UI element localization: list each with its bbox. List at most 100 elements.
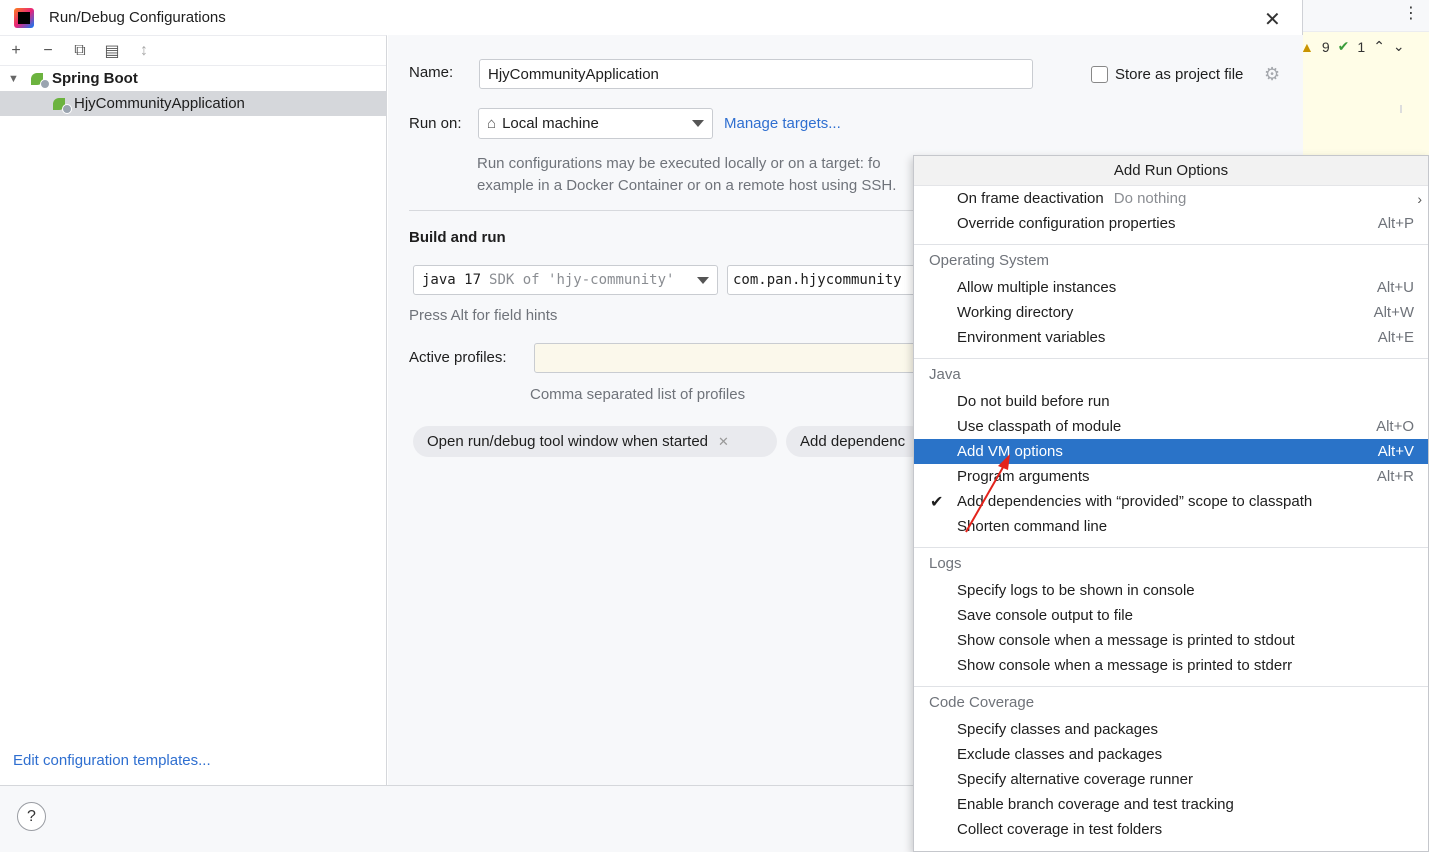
menu-item[interactable]: Exclude classes and packages (914, 742, 1428, 767)
add-dependencies-chip[interactable]: Add dependenc (786, 426, 926, 457)
help-button[interactable]: ? (17, 802, 46, 831)
add-run-options-popup: Add Run Options On frame deactivation Do… (913, 155, 1429, 852)
menu-item[interactable]: Specify alternative coverage runner (914, 767, 1428, 792)
menu-item[interactable]: Save console output to file (914, 603, 1428, 628)
close-icon[interactable]: ✕ (1264, 7, 1281, 32)
check-icon: ✔ (1337, 38, 1350, 54)
section-title: Code Coverage (929, 693, 1035, 711)
menu-item-label: Override configuration properties (957, 215, 1176, 232)
menu-item[interactable]: Environment variables Alt+E (914, 325, 1428, 350)
menu-item[interactable]: Show console when a message is printed t… (914, 653, 1428, 678)
warning-count: 9 (1321, 38, 1330, 55)
menu-item[interactable]: Do not build before run (914, 389, 1428, 414)
store-as-project-checkbox[interactable] (1091, 66, 1108, 83)
menu-item-override-config[interactable]: Override configuration properties Alt+P (914, 211, 1428, 236)
section-title: Logs (929, 554, 962, 572)
chevron-down-icon[interactable]: ⌄ (1393, 38, 1405, 55)
menu-item[interactable]: Program arguments Alt+R (914, 464, 1428, 489)
popup-sections: Operating System Allow multiple instances… (914, 244, 1428, 842)
main-class-input[interactable]: com.pan.hjycommunity (727, 265, 927, 295)
menu-item-label: Do not build before run (957, 393, 1110, 410)
title-bar: Run/Debug Configurations (0, 0, 1302, 35)
tree-group-spring-boot[interactable]: ▼ Spring Boot (0, 66, 386, 91)
jdk-main: java 17 (422, 272, 482, 288)
menu-item[interactable]: Specify logs to be shown in console (914, 578, 1428, 603)
jdk-select[interactable]: java 17 SDK of 'hjy-community' (413, 265, 718, 295)
menu-item-on-frame-deactivation[interactable]: On frame deactivation Do nothing › (914, 186, 1428, 211)
menu-item-label: Program arguments (957, 468, 1090, 485)
active-profiles-label: Active profiles: (409, 349, 507, 366)
checkmark-icon: ✔ (930, 493, 944, 511)
configuration-tree-panel: + − ⧉ ▤ ↕ ▼ Spring Boot HjyCommunityAppl… (0, 35, 387, 785)
spring-boot-icon (52, 96, 72, 114)
dropdown-caret-icon (697, 277, 709, 284)
menu-item-shortcut: Alt+P (1377, 215, 1414, 232)
active-profiles-input[interactable] (534, 343, 934, 373)
tree-group-label: Spring Boot (52, 70, 138, 87)
menu-item-sub: Do nothing (1113, 190, 1187, 207)
menu-item-label: Working directory (957, 304, 1074, 321)
run-on-hint: Run configurations may be executed local… (477, 153, 917, 197)
run-on-select[interactable]: ⌂ Local machine (478, 108, 713, 139)
chevron-down-icon[interactable]: ▼ (8, 73, 22, 85)
gear-icon[interactable]: ⚙ (1264, 64, 1280, 85)
tree-item-hjy-community-application[interactable]: HjyCommunityApplication (0, 91, 386, 116)
menu-item-label: Specify alternative coverage runner (957, 771, 1193, 788)
menu-item[interactable]: Show console when a message is printed t… (914, 628, 1428, 653)
sort-icon[interactable]: ↕ (136, 42, 152, 60)
menu-item[interactable]: Specify classes and packages (914, 717, 1428, 742)
menu-item[interactable]: Add VM options Alt+V (914, 439, 1428, 464)
menu-item-label: Add dependencies with “provided” scope t… (957, 493, 1313, 510)
editor-marker (1400, 105, 1402, 113)
menu-item-label: Add VM options (957, 443, 1063, 460)
chevron-right-icon: › (1417, 190, 1422, 207)
menu-item-label: Environment variables (957, 329, 1106, 346)
run-on-hint-line-2: example in a Docker Container or on a re… (477, 177, 897, 194)
more-options-icon[interactable]: ⋮ (1403, 3, 1419, 23)
run-on-label: Run on: (409, 115, 462, 132)
menu-item-label: Shorten command line (957, 518, 1108, 535)
menu-item[interactable]: Shorten command line (914, 514, 1428, 539)
inspection-widget[interactable]: ▲ 9 ✔ 1 ⌃ ⌄ (1300, 38, 1405, 55)
name-label: Name: (409, 64, 454, 81)
dialog-title: Run/Debug Configurations (49, 9, 226, 26)
run-on-hint-line-1: Run configurations may be executed local… (477, 155, 881, 172)
menu-item-label: Enable branch coverage and test tracking (957, 796, 1234, 813)
menu-item[interactable]: Collect coverage in test folders (914, 817, 1428, 842)
menu-item[interactable]: ✔ Add dependencies with “provided” scope … (914, 489, 1428, 514)
field-hints-text: Press Alt for field hints (409, 307, 558, 324)
remove-icon[interactable]: − (40, 42, 56, 60)
edit-templates-link[interactable]: Edit configuration templates... (13, 752, 211, 769)
menu-item-label: Save console output to file (957, 607, 1133, 624)
build-and-run-title: Build and run (409, 229, 506, 246)
menu-item[interactable]: Allow multiple instances Alt+U (914, 275, 1428, 300)
folder-icon[interactable]: ▤ (104, 41, 120, 61)
menu-item[interactable]: Enable branch coverage and test tracking (914, 792, 1428, 817)
tree-item-label: HjyCommunityApplication (74, 95, 245, 112)
menu-item-label: Collect coverage in test folders (957, 821, 1163, 838)
open-tool-window-chip[interactable]: Open run/debug tool window when started … (413, 426, 777, 457)
section-title: Operating System (929, 251, 1050, 269)
menu-item-shortcut: Alt+V (1377, 443, 1414, 460)
menu-item-label: Specify classes and packages (957, 721, 1158, 738)
manage-targets-link[interactable]: Manage targets... (724, 115, 841, 132)
menu-item-label: Exclude classes and packages (957, 746, 1163, 763)
menu-item-label: Show console when a message is printed t… (957, 657, 1293, 674)
menu-item[interactable]: Use classpath of module Alt+O (914, 414, 1428, 439)
chip-label: Open run/debug tool window when started (427, 433, 709, 450)
menu-item-label: Use classpath of module (957, 418, 1122, 435)
dropdown-caret-icon (692, 120, 704, 127)
copy-icon[interactable]: ⧉ (72, 42, 88, 60)
close-icon[interactable]: ✕ (718, 434, 729, 450)
menu-item-label: Specify logs to be shown in console (957, 582, 1195, 599)
name-input[interactable]: HjyCommunityApplication (479, 59, 1033, 89)
popup-title: Add Run Options (914, 156, 1428, 186)
check-count: 1 (1357, 38, 1366, 55)
menu-item[interactable]: Working directory Alt+W (914, 300, 1428, 325)
jdk-sdk: SDK of 'hjy-community' (489, 272, 675, 288)
run-on-value: Local machine (502, 115, 599, 132)
chevron-up-icon[interactable]: ⌃ (1373, 38, 1385, 55)
menu-item-label: On frame deactivation (957, 190, 1104, 207)
add-icon[interactable]: + (8, 42, 24, 60)
spring-boot-icon (30, 71, 50, 89)
